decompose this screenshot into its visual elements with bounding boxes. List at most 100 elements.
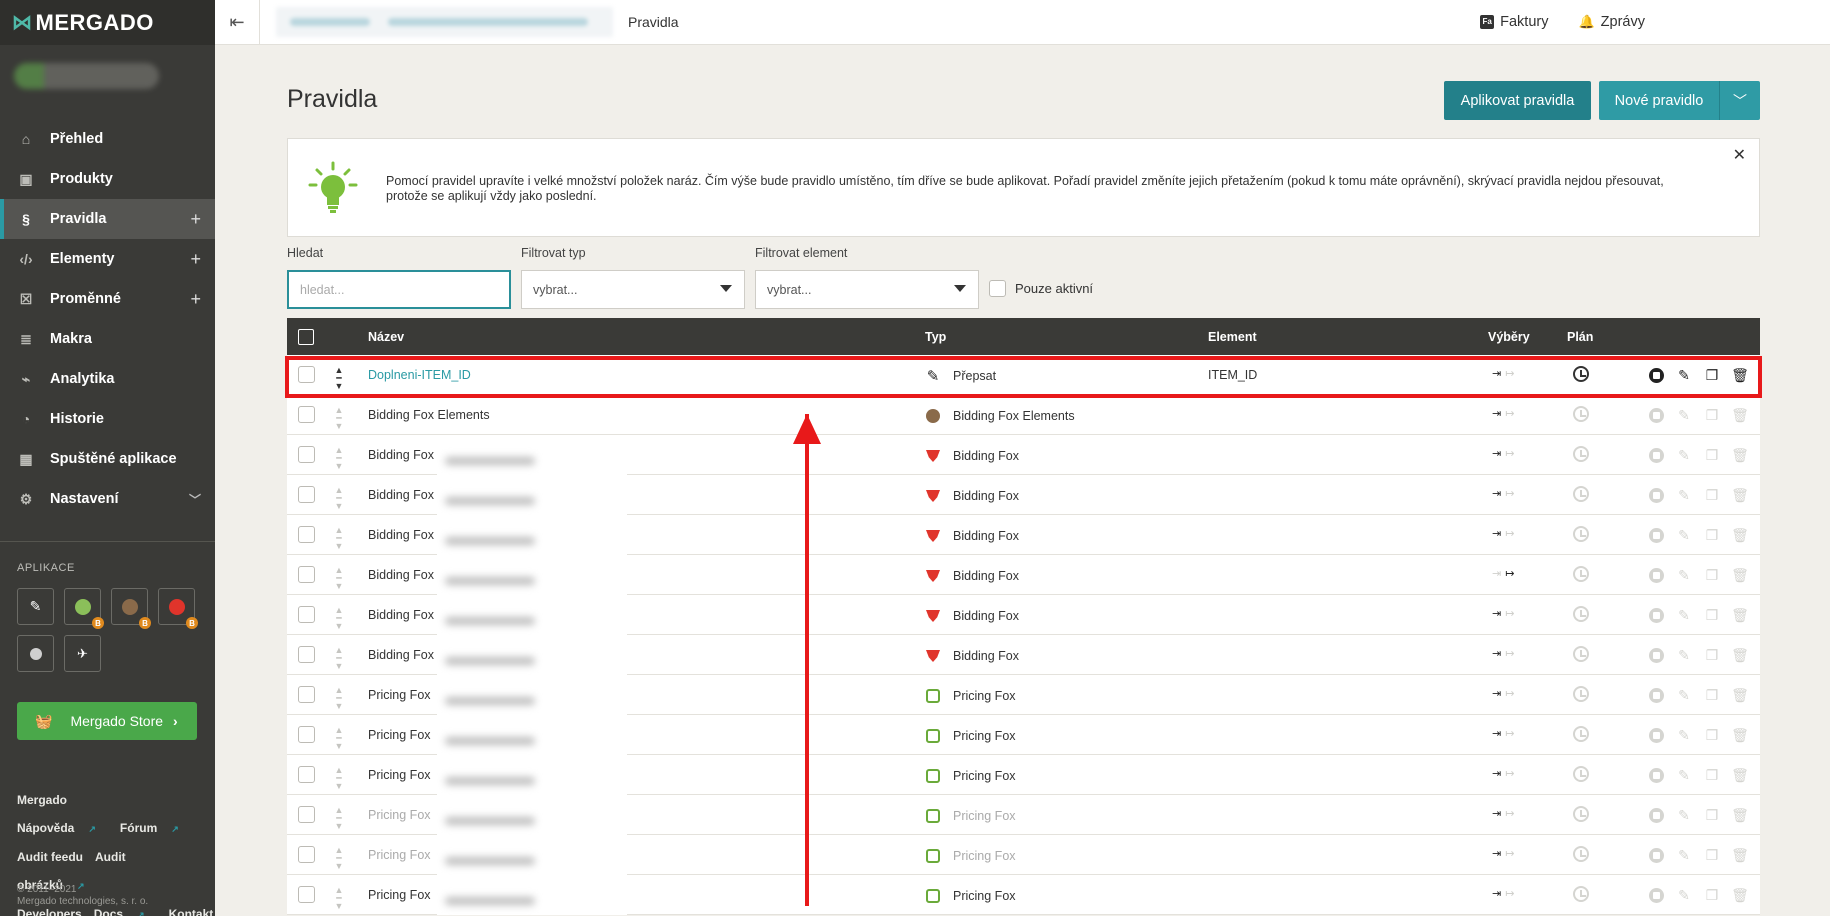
row-checkbox[interactable] [298, 886, 315, 903]
stop-icon[interactable] [1647, 526, 1665, 544]
faktury-link[interactable]: Fa Faktury [1480, 14, 1548, 30]
drag-handle-icon[interactable]: ▲ ━ ▼ [332, 526, 346, 551]
row-checkbox[interactable] [298, 766, 315, 783]
row-checkbox[interactable] [298, 606, 315, 623]
clock-icon[interactable] [1573, 446, 1589, 462]
nav-produkty[interactable]: ▣ Produkty [0, 159, 215, 199]
link-docs[interactable]: Docs ↗ [94, 907, 157, 916]
stop-icon[interactable] [1647, 406, 1665, 424]
app-brush-icon[interactable]: ✎ [17, 588, 54, 625]
table-row[interactable]: ▲ ━ ▼ Pricing Fox Pricing Fox ⇥ ↦ ✎ ❐ 🗑 [287, 835, 1760, 875]
clock-icon[interactable] [1573, 526, 1589, 542]
mergado-logo[interactable]: ⋈ MERGADO [0, 0, 215, 45]
add-element-plus-icon[interactable]: + [190, 249, 201, 270]
row-checkbox[interactable] [298, 646, 315, 663]
trash-icon[interactable]: 🗑 [1731, 446, 1749, 464]
trash-icon[interactable]: 🗑 [1731, 606, 1749, 624]
edit-pencil-icon[interactable]: ✎ [1675, 526, 1693, 544]
selections[interactable]: ⇥ ↦ [1492, 847, 1514, 860]
edit-pencil-icon[interactable]: ✎ [1675, 366, 1693, 384]
table-row[interactable]: ▲ ━ ▼ Bidding Fox Bidding Fox ⇥ ↦ ✎ ❐ 🗑 [287, 595, 1760, 635]
copy-icon[interactable]: ❐ [1703, 606, 1721, 624]
link-forum[interactable]: Fórum ↗ [120, 821, 191, 835]
table-row[interactable]: ▲ ━ ▼ Bidding Fox Bidding Fox ⇥ ↦ ✎ ❐ 🗑 [287, 435, 1760, 475]
drag-handle-icon[interactable]: ▲ ━ ▼ [332, 366, 346, 391]
nav-spustene-aplikace[interactable]: ▦ Spuštěné aplikace [0, 439, 215, 479]
selections[interactable]: ⇥ ↦ [1492, 367, 1514, 380]
row-checkbox[interactable] [298, 486, 315, 503]
edit-pencil-icon[interactable]: ✎ [1675, 406, 1693, 424]
drag-handle-icon[interactable]: ▲ ━ ▼ [332, 486, 346, 511]
app-fox-icon[interactable]: B [111, 588, 151, 629]
clock-icon[interactable] [1573, 806, 1589, 822]
row-checkbox[interactable] [298, 446, 315, 463]
table-row[interactable]: ▲ ━ ▼ Pricing Fox Pricing Fox ⇥ ↦ ✎ ❐ 🗑 [287, 795, 1760, 835]
table-row[interactable]: ▲ ━ ▼ Doplneni-ITEM_ID ✎ Přepsat ITEM_ID ⇥ ↦ ✎ ❐ 🗑 [287, 355, 1760, 395]
chevron-down-icon[interactable]: ﹀ [1719, 81, 1760, 120]
edit-pencil-icon[interactable]: ✎ [1675, 886, 1693, 904]
row-checkbox[interactable] [298, 566, 315, 583]
selections[interactable]: ⇥ ↦ [1492, 647, 1514, 660]
table-row[interactable]: ▲ ━ ▼ Bidding Fox Bidding Fox ⇥ ↦ ✎ ❐ 🗑 [287, 515, 1760, 555]
stop-icon[interactable] [1647, 566, 1665, 584]
clock-icon[interactable] [1573, 726, 1589, 742]
copy-icon[interactable]: ❐ [1703, 886, 1721, 904]
selections[interactable]: ⇥ ↦ [1492, 807, 1514, 820]
trash-icon[interactable]: 🗑 [1731, 646, 1749, 664]
table-row[interactable]: ▲ ━ ▼ Pricing Fox Pricing Fox ⇥ ↦ ✎ ❐ 🗑 [287, 675, 1760, 715]
app-bidding-fox-icon[interactable]: B [158, 588, 198, 629]
row-checkbox[interactable] [298, 526, 315, 543]
clock-icon[interactable] [1573, 846, 1589, 862]
stop-icon[interactable] [1647, 806, 1665, 824]
app-moon-icon[interactable] [17, 635, 54, 672]
copy-icon[interactable]: ❐ [1703, 566, 1721, 584]
selections[interactable]: ⇥ ↦ [1492, 447, 1514, 460]
table-row[interactable]: ▲ ━ ▼ Bidding Fox Elements Bidding Fox Eleme… [287, 395, 1760, 435]
edit-pencil-icon[interactable]: ✎ [1675, 846, 1693, 864]
row-checkbox[interactable] [298, 406, 315, 423]
account-switcher[interactable] [0, 45, 215, 110]
selections[interactable]: ⇥ ↦ [1492, 727, 1514, 740]
app-pin-icon[interactable]: ✈ [64, 635, 101, 672]
copy-icon[interactable]: ❐ [1703, 766, 1721, 784]
row-checkbox[interactable] [298, 726, 315, 743]
clock-icon[interactable] [1573, 646, 1589, 662]
trash-icon[interactable]: 🗑 [1731, 366, 1749, 384]
breadcrumb[interactable] [276, 7, 613, 37]
drag-handle-icon[interactable]: ▲ ━ ▼ [332, 606, 346, 631]
link-kontakt[interactable]: Kontakt [169, 907, 214, 916]
only-active-checkbox[interactable] [989, 280, 1006, 297]
element-filter-select[interactable]: vybrat... [755, 270, 979, 309]
stop-icon[interactable] [1647, 606, 1665, 624]
edit-pencil-icon[interactable]: ✎ [1675, 766, 1693, 784]
nav-makra[interactable]: ≣ Makra [0, 319, 215, 359]
copy-icon[interactable]: ❐ [1703, 446, 1721, 464]
row-checkbox[interactable] [298, 686, 315, 703]
copy-icon[interactable]: ❐ [1703, 686, 1721, 704]
selections[interactable]: ⇥ ↦ [1492, 407, 1514, 420]
nav-analytika[interactable]: ⌁ Analytika [0, 359, 215, 399]
copy-icon[interactable]: ❐ [1703, 366, 1721, 384]
stop-icon[interactable] [1647, 846, 1665, 864]
copy-icon[interactable]: ❐ [1703, 806, 1721, 824]
row-checkbox[interactable] [298, 366, 315, 383]
drag-handle-icon[interactable]: ▲ ━ ▼ [332, 726, 346, 751]
trash-icon[interactable]: 🗑 [1731, 726, 1749, 744]
nav-elementy[interactable]: ‹/› Elementy + [0, 239, 215, 279]
copy-icon[interactable]: ❐ [1703, 646, 1721, 664]
stop-icon[interactable] [1647, 366, 1665, 384]
edit-pencil-icon[interactable]: ✎ [1675, 726, 1693, 744]
trash-icon[interactable]: 🗑 [1731, 686, 1749, 704]
trash-icon[interactable]: 🗑 [1731, 886, 1749, 904]
zpravy-link[interactable]: 🔔 Zprávy [1578, 14, 1645, 30]
table-row[interactable]: ▲ ━ ▼ Pricing Fox Pricing Fox ⇥ ↦ ✎ ❐ 🗑 [287, 755, 1760, 795]
trash-icon[interactable]: 🗑 [1731, 766, 1749, 784]
table-row[interactable]: ▲ ━ ▼ Bidding Fox Bidding Fox ⇥ ↦ ✎ ❐ 🗑 [287, 475, 1760, 515]
only-active-toggle[interactable]: Pouze aktivní [989, 280, 1093, 297]
stop-icon[interactable] [1647, 486, 1665, 504]
header-element[interactable]: Element [1208, 330, 1257, 344]
drag-handle-icon[interactable]: ▲ ━ ▼ [332, 846, 346, 871]
stop-icon[interactable] [1647, 726, 1665, 744]
trash-icon[interactable]: 🗑 [1731, 406, 1749, 424]
clock-icon[interactable] [1573, 886, 1589, 902]
